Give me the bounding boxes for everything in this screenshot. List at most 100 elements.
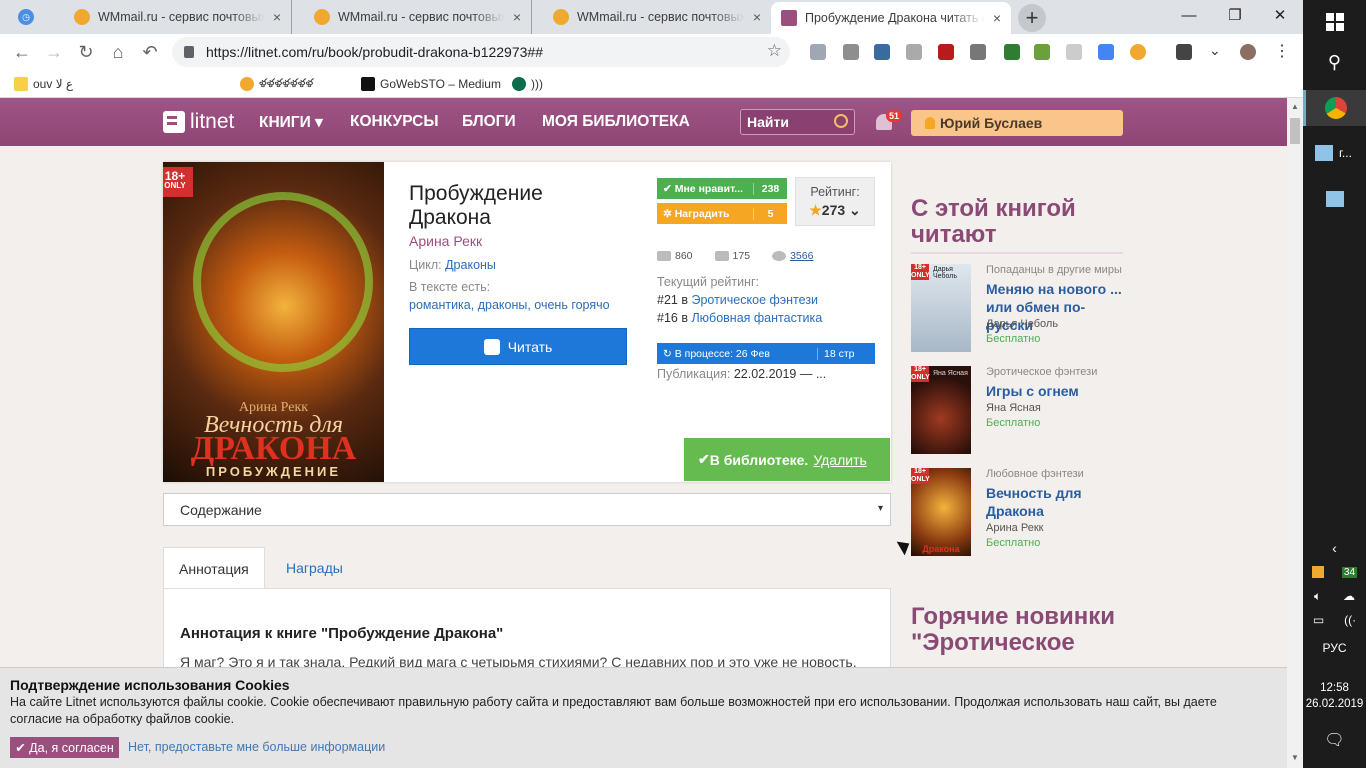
- extension-icon[interactable]: [874, 44, 890, 60]
- power-icon[interactable]: ▭: [1313, 613, 1324, 627]
- undo-icon[interactable]: ↶: [134, 36, 166, 68]
- book-cover[interactable]: 18+ ONLY Дракона: [911, 468, 971, 556]
- site-logo[interactable]: litnet: [163, 110, 234, 134]
- bookmark-item[interactable]: ళళళళళళళ: [240, 75, 313, 93]
- pinned-tab[interactable]: ◷: [8, 0, 58, 34]
- search-icon[interactable]: ⚲: [1303, 48, 1366, 76]
- extension-icon[interactable]: [1034, 44, 1050, 60]
- search-input[interactable]: Найти: [740, 109, 855, 135]
- close-icon[interactable]: ×: [513, 9, 521, 25]
- address-bar[interactable]: https://litnet.com/ru/book/probudit-drak…: [172, 37, 790, 67]
- tab-annotation[interactable]: Аннотация: [163, 547, 265, 589]
- reward-button[interactable]: ✲ Наградить 5: [657, 203, 787, 224]
- ublock-icon[interactable]: [938, 44, 954, 60]
- mute-icon[interactable]: [1176, 44, 1192, 60]
- chevron-left-icon[interactable]: ‹: [1303, 538, 1366, 558]
- wifi-icon[interactable]: ((·: [1344, 613, 1356, 627]
- back-icon[interactable]: ←: [6, 36, 38, 68]
- extension-icon[interactable]: [1004, 44, 1020, 60]
- publication-date: Публикация: 22.02.2019 — ...: [657, 367, 827, 381]
- tray-icons[interactable]: 34: [1303, 563, 1366, 581]
- extension-icon[interactable]: [970, 44, 986, 60]
- tab-wmmail-3[interactable]: WMmail.ru - сервис почтовых р ×: [543, 0, 771, 34]
- minimize-icon[interactable]: —: [1166, 0, 1212, 30]
- scrollbar-thumb[interactable]: [1290, 118, 1300, 144]
- cookie-agree-button[interactable]: ✔ Да, я согласен: [10, 737, 119, 758]
- remove-from-library-link[interactable]: Удалить: [813, 452, 866, 468]
- bookmark-medium[interactable]: GoWebSTO – Medium: [361, 75, 501, 93]
- age-badge: 18+ ONLY: [911, 366, 930, 382]
- restore-icon[interactable]: ❐: [1212, 0, 1258, 30]
- close-icon[interactable]: ×: [993, 10, 1001, 26]
- avatar[interactable]: [1240, 44, 1256, 60]
- contents-select[interactable]: Содержание ▾: [163, 493, 891, 526]
- rating-box[interactable]: Рейтинг: ★273 ⌄: [795, 177, 875, 226]
- book-cover[interactable]: 18+ ONLY Дарья Чеболь: [911, 264, 971, 352]
- search-icon[interactable]: [834, 114, 848, 128]
- scroll-up-icon[interactable]: ▲: [1291, 102, 1299, 111]
- close-icon[interactable]: ×: [753, 9, 761, 25]
- comment-icon: [714, 251, 729, 261]
- tray-icons[interactable]: ▭ ((·: [1303, 611, 1366, 629]
- site-navbar: litnet КНИГИ ▾ КОНКУРСЫ БЛОГИ МОЯ БИБЛИО…: [0, 98, 1287, 146]
- library-status-button[interactable]: ✔ В библиотеке. Удалить: [684, 438, 890, 481]
- user-menu-button[interactable]: Юрий Буслаев: [911, 110, 1123, 136]
- bookmark-item[interactable]: ))): [512, 75, 543, 93]
- book-stats: 860 175 3566: [657, 250, 813, 262]
- menu-icon[interactable]: ⋮: [1274, 41, 1290, 60]
- extension-icon[interactable]: [906, 44, 922, 60]
- chevron-down-icon[interactable]: ⌄: [1209, 42, 1225, 58]
- extension-icon[interactable]: [1066, 44, 1082, 60]
- book-author[interactable]: Арина Рекк: [409, 233, 482, 249]
- home-icon[interactable]: ⌂: [102, 36, 134, 68]
- cloud-icon[interactable]: ☁: [1343, 589, 1355, 603]
- chrome-taskbar-icon[interactable]: [1303, 90, 1366, 126]
- browser-toolbar: ← → ↻ ⌂ ↶ https://litnet.com/ru/book/pro…: [0, 34, 1303, 70]
- translate-icon[interactable]: [1098, 44, 1114, 60]
- tab-wmmail-1[interactable]: WMmail.ru - сервис почтовых р ×: [64, 0, 292, 34]
- nav-contests[interactable]: КОНКУРСЫ: [350, 113, 439, 131]
- taskbar-app[interactable]: г...: [1303, 138, 1366, 168]
- sidebar-book[interactable]: 18+ ONLY Яна Ясная Эротическое фэнтези Иг…: [911, 366, 1123, 454]
- notifications-icon[interactable]: 🗨︎: [1303, 728, 1366, 752]
- extension-icon[interactable]: [810, 44, 826, 60]
- book-cover[interactable]: 18+ ONLY Яна Ясная: [911, 366, 971, 454]
- nav-blogs[interactable]: БЛОГИ: [462, 113, 516, 131]
- scroll-down-icon[interactable]: ▼: [1291, 753, 1299, 762]
- clock[interactable]: 12:58 26.02.2019: [1303, 680, 1366, 712]
- tab-litnet[interactable]: Пробуждение Дракона читать к ×: [771, 2, 1011, 34]
- sidebar-book[interactable]: 18+ ONLY Дракона Любовное фэнтези Вечност…: [911, 468, 1123, 556]
- star-icon: ★: [809, 202, 822, 218]
- like-button[interactable]: ✔ Мне нравит... 238: [657, 178, 787, 199]
- litnet-page: litnet КНИГИ ▾ КОНКУРСЫ БЛОГИ МОЯ БИБЛИО…: [0, 98, 1287, 768]
- page-scrollbar[interactable]: ▲ ▼: [1287, 98, 1303, 768]
- url-text: https://litnet.com/ru/book/probudit-drak…: [206, 44, 543, 60]
- tray-icon[interactable]: [1311, 566, 1324, 578]
- tab-strip: ◷ WMmail.ru - сервис почтовых р × WMmail…: [0, 0, 1303, 34]
- tab-wmmail-2[interactable]: WMmail.ru - сервис почтовых р ×: [304, 0, 532, 34]
- cookie-more-link[interactable]: Нет, предоставьте мне больше информации: [128, 740, 385, 754]
- close-icon[interactable]: ×: [273, 9, 281, 25]
- bookmark-item[interactable]: ou‭v‬ ع لا: [14, 75, 73, 93]
- new-tab-button[interactable]: +: [1018, 4, 1046, 32]
- litnet-icon: [781, 10, 797, 26]
- nav-books[interactable]: КНИГИ ▾: [259, 113, 323, 132]
- divider: [911, 252, 1123, 254]
- sidebar-book[interactable]: 18+ ONLY Дарья Чеболь Попаданцы в другие …: [911, 264, 1123, 352]
- nav-my-library[interactable]: МОЯ БИБЛИОТЕКА: [542, 113, 690, 131]
- tray-icons[interactable]: 🔈︎ ☁: [1303, 587, 1366, 605]
- windows-start-icon[interactable]: [1303, 8, 1366, 36]
- book-cover[interactable]: Арина Рекк Вечность для ДРАКОНА ПРОБУЖДЕ…: [163, 162, 384, 482]
- tab-awards[interactable]: Награды: [271, 547, 358, 589]
- volume-icon[interactable]: 🔈︎: [1314, 589, 1321, 604]
- extension-icon[interactable]: [843, 44, 859, 60]
- reload-icon[interactable]: ↻: [70, 36, 102, 68]
- taskbar-app[interactable]: [1303, 184, 1366, 214]
- close-window-icon[interactable]: ✕: [1257, 0, 1303, 30]
- wmmail-extension-icon[interactable]: [1130, 44, 1146, 60]
- forward-icon[interactable]: →: [38, 36, 70, 68]
- book-tags: романтика, драконы, очень горячо: [409, 298, 610, 312]
- language-indicator[interactable]: РУС: [1303, 641, 1366, 655]
- star-icon[interactable]: ☆: [767, 41, 782, 61]
- read-button[interactable]: Читать: [409, 328, 627, 365]
